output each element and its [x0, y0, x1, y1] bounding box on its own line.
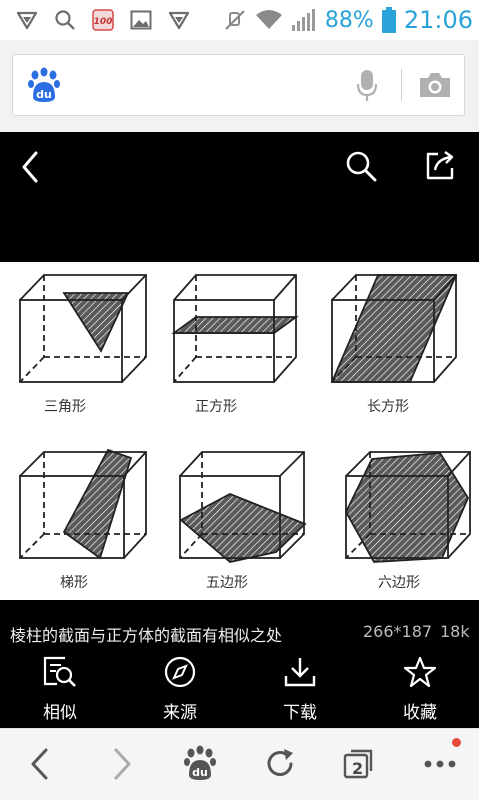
source-button[interactable]: 来源: [140, 656, 220, 723]
action-bar: 相似 来源 下载 收藏: [0, 648, 479, 728]
search-header: du: [0, 40, 479, 132]
image-content[interactable]: 三角形 正方形 长方形 梯形 五边形 六边形: [0, 262, 479, 600]
cube-rectangle-diagram: [330, 274, 458, 383]
cube-square-diagram: [171, 274, 299, 383]
wifi-icon: [255, 9, 283, 31]
similar-button[interactable]: 相似: [20, 656, 100, 723]
search-box[interactable]: du: [12, 54, 465, 116]
label-pentagon: 五边形: [206, 575, 248, 591]
baidu-home-icon[interactable]: du: [183, 745, 217, 785]
notification-dot: [452, 738, 461, 747]
microphone-icon[interactable]: [356, 69, 378, 107]
label-trapezoid: 梯形: [60, 575, 88, 591]
favorite-label: 收藏: [403, 703, 437, 723]
refresh-icon[interactable]: [263, 747, 297, 785]
vpn-shield-icon: [16, 9, 38, 31]
vpn-shield-icon: [168, 9, 190, 31]
battery-percent: 88%: [324, 7, 374, 33]
bottom-nav: du 2: [0, 728, 479, 800]
cube-trapezoid-diagram: [19, 448, 147, 560]
camera-icon[interactable]: [418, 71, 452, 103]
svg-text:100: 100: [94, 17, 113, 27]
viewer-toolbar: [0, 132, 479, 262]
source-label: 来源: [163, 703, 197, 723]
app-100-icon: 100: [92, 9, 114, 31]
status-bar: 100 88% 21:06: [0, 0, 479, 40]
cube-triangle-diagram: [19, 274, 147, 383]
clock: 21:06: [403, 6, 473, 34]
label-rectangle: 长方形: [367, 399, 409, 415]
back-icon[interactable]: [28, 747, 52, 785]
search-icon: [54, 9, 76, 31]
signal-icon: [291, 8, 317, 32]
compass-icon: [163, 656, 197, 692]
mute-icon: [223, 8, 247, 32]
cube-hexagon-diagram: [344, 451, 471, 563]
download-label: 下载: [283, 703, 317, 723]
divider: [401, 69, 402, 101]
back-icon[interactable]: [18, 150, 44, 188]
baidu-paw-icon: du: [27, 67, 61, 107]
svg-text:du: du: [36, 88, 52, 101]
label-triangle: 三角形: [44, 399, 86, 415]
star-icon: [403, 656, 437, 692]
image-icon: [130, 9, 152, 31]
label-hexagon: 六边形: [378, 575, 420, 591]
image-dimensions: 266*187: [363, 622, 433, 641]
image-title: 棱柱的截面与正方体的截面有相似之处: [10, 626, 283, 645]
download-icon: [283, 656, 317, 692]
image-file-size: 18k: [440, 622, 470, 641]
battery-icon: [381, 7, 396, 33]
favorite-button[interactable]: 收藏: [380, 656, 460, 723]
label-square: 正方形: [195, 399, 237, 415]
share-icon[interactable]: [425, 149, 457, 185]
image-caption: 棱柱的截面与正方体的截面有相似之处 266*187 18k: [0, 600, 479, 648]
search-icon[interactable]: [344, 149, 378, 187]
more-icon[interactable]: [424, 754, 456, 773]
download-button[interactable]: 下载: [260, 656, 340, 723]
svg-text:du: du: [192, 766, 208, 779]
tab-count: 2: [352, 759, 364, 778]
cube-pentagon-diagram: [179, 451, 307, 563]
forward-icon[interactable]: [110, 747, 134, 785]
similar-search-icon: [43, 656, 77, 692]
similar-label: 相似: [43, 703, 77, 723]
